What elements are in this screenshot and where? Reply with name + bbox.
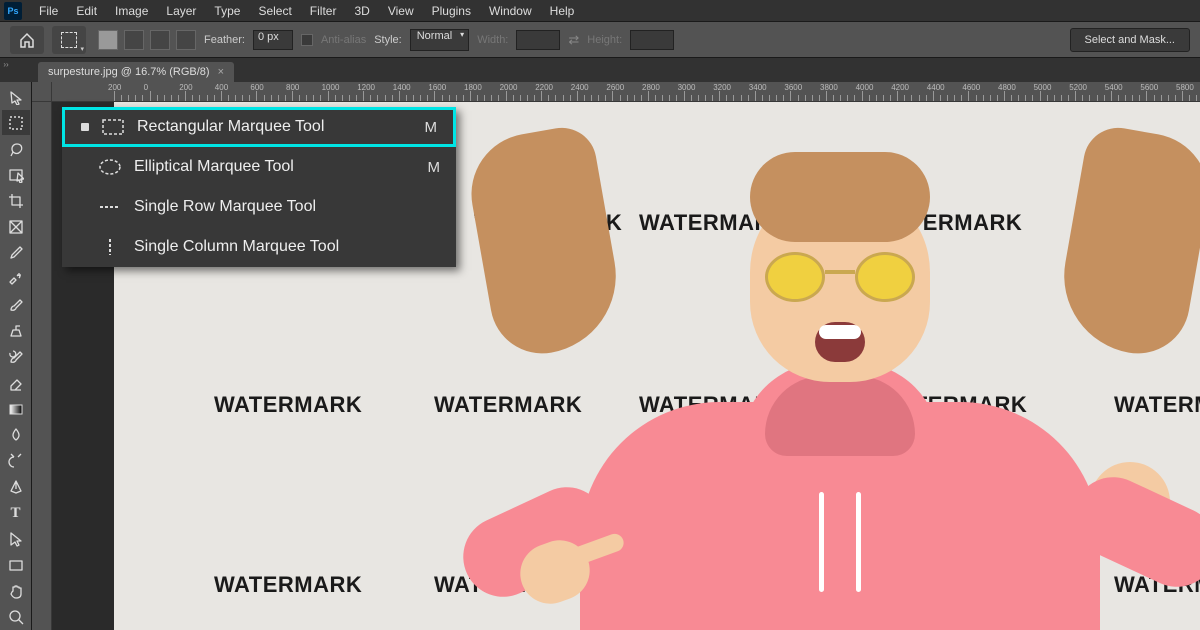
flyout-label: Elliptical Marquee Tool [134,158,410,176]
flyout-shortcut: M [422,159,440,176]
blur-tool[interactable] [2,423,30,448]
menu-file[interactable]: File [30,2,67,20]
watermark-text: WATERMARK [214,392,362,418]
brush-tool[interactable] [2,292,30,317]
hand-tool[interactable] [2,579,30,604]
healing-brush-tool[interactable] [2,266,30,291]
ruler-horizontal[interactable]: 2000200400600800100012001400160018002000… [52,82,1200,102]
feather-input[interactable]: 0 px [253,30,293,50]
drawstrings [805,492,875,592]
selection-mode-group[interactable] [98,30,196,50]
menu-select[interactable]: Select [249,2,300,20]
flyout-label: Single Row Marquee Tool [134,198,410,216]
tool-preset-picker[interactable] [52,26,86,54]
dodge-tool[interactable] [2,449,30,474]
zoom-tool[interactable] [2,605,30,630]
menu-help[interactable]: Help [541,2,584,20]
photo-subject [520,142,1160,630]
marquee-tool[interactable] [2,110,30,135]
close-icon[interactable]: × [218,66,224,78]
feather-label: Feather: [204,34,245,46]
history-brush-tool[interactable] [2,344,30,369]
ruler-corner[interactable] [32,82,52,102]
flyout-item-rect[interactable]: Rectangular Marquee Tool M [62,107,456,147]
menu-3d[interactable]: 3D [345,2,378,20]
menu-edit[interactable]: Edit [67,2,106,20]
ruler-vertical[interactable] [32,102,52,630]
menu-layer[interactable]: Layer [157,2,205,20]
mouth-shape [815,322,865,362]
sunglasses-icon [765,252,915,302]
workspace: T 20002004006008001000120014001600180020… [0,82,1200,630]
eraser-tool[interactable] [2,371,30,396]
marquee-icon [61,32,77,48]
marquee-tool-flyout: Rectangular Marquee ToolMElliptical Marq… [62,107,456,267]
menu-type[interactable]: Type [205,2,249,20]
antialias-label: Anti-alias [321,34,366,46]
shape-tool[interactable] [2,553,30,578]
active-indicator-icon [81,123,89,131]
flyout-label: Rectangular Marquee Tool [137,118,407,136]
ellipse-marquee-icon [98,157,122,177]
toolbar: T [0,82,32,630]
col-marquee-icon [98,237,122,257]
menu-window[interactable]: Window [480,2,541,20]
face-shape [750,182,930,382]
hair-icon [1052,122,1200,361]
mode-intersect-icon[interactable] [176,30,196,50]
style-select[interactable]: Normal [410,29,469,51]
height-input [630,30,674,50]
hoodie-shape [580,402,1100,630]
flyout-item-ellipse[interactable]: Elliptical Marquee Tool M [62,147,456,187]
path-select-tool[interactable] [2,527,30,552]
document-tab-bar: surpesture.jpg @ 16.7% (RGB/8) × [0,58,1200,82]
type-tool[interactable]: T [2,501,30,526]
swap-icon[interactable]: ⇄ [568,32,579,48]
crop-tool[interactable] [2,188,30,213]
menu-image[interactable]: Image [106,2,157,20]
height-label: Height: [587,34,622,46]
menu-filter[interactable]: Filter [301,2,346,20]
document-tab[interactable]: surpesture.jpg @ 16.7% (RGB/8) × [38,62,234,82]
pen-tool[interactable] [2,475,30,500]
row-marquee-icon [98,197,122,217]
menu-bar: Ps FileEditImageLayerTypeSelectFilter3DV… [0,0,1200,22]
clone-stamp-tool[interactable] [2,318,30,343]
select-and-mask-button[interactable]: Select and Mask... [1070,28,1191,52]
hand-left [512,532,598,612]
flyout-item-col[interactable]: Single Column Marquee Tool [62,227,456,267]
object-select-tool[interactable] [2,162,30,187]
mode-subtract-icon[interactable] [150,30,170,50]
move-tool[interactable] [2,84,30,109]
frame-tool[interactable] [2,214,30,239]
mode-add-icon[interactable] [124,30,144,50]
home-button[interactable] [10,26,44,54]
options-bar: Feather: 0 px Anti-alias Style: Normal W… [0,22,1200,58]
menu-plugins[interactable]: Plugins [423,2,480,20]
document-tab-label: surpesture.jpg @ 16.7% (RGB/8) [48,66,210,78]
panel-expand-icon[interactable]: ›› [0,58,12,70]
mode-new-icon[interactable] [98,30,118,50]
rect-marquee-icon [101,117,125,137]
ps-logo-icon: Ps [4,2,22,20]
flyout-shortcut: M [419,119,437,136]
canvas-area: 2000200400600800100012001400160018002000… [32,82,1200,630]
antialias-checkbox [301,34,313,46]
menu-view[interactable]: View [379,2,423,20]
lasso-tool[interactable] [2,136,30,161]
width-input [516,30,560,50]
width-label: Width: [477,34,508,46]
style-label: Style: [374,34,402,46]
hand-right [1090,462,1170,552]
flyout-item-row[interactable]: Single Row Marquee Tool [62,187,456,227]
gradient-tool[interactable] [2,397,30,422]
watermark-text: WATERMARK [214,572,362,598]
eyedropper-tool[interactable] [2,240,30,265]
flyout-label: Single Column Marquee Tool [134,238,410,256]
